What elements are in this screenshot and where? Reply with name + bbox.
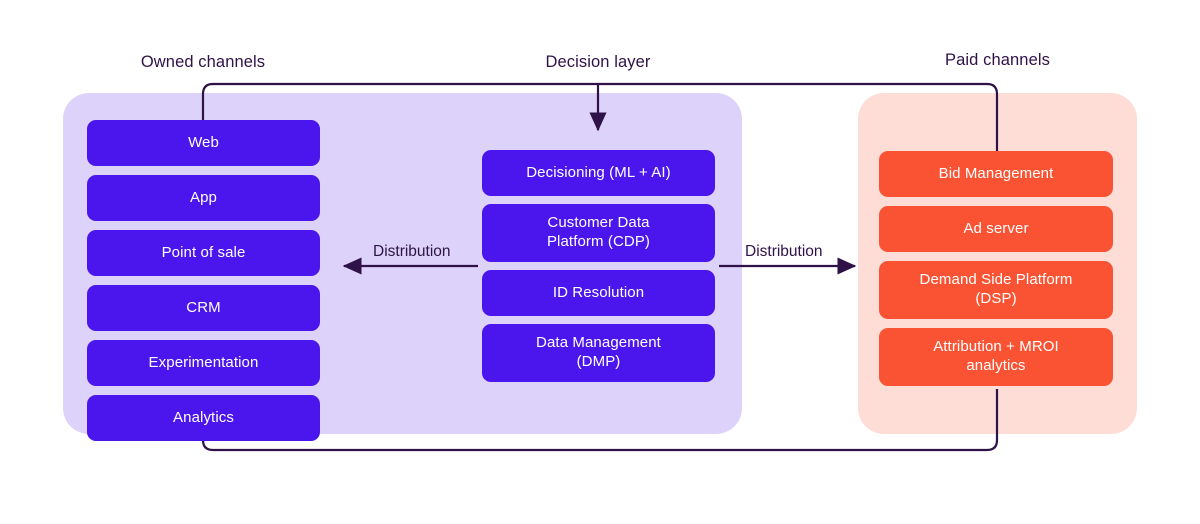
diagram-canvas: Owned channels Decision layer Paid chann…: [0, 0, 1200, 524]
distribution-left-label: Distribution: [373, 243, 451, 260]
paid-channels-list: Bid Management Ad server Demand Side Pla…: [879, 151, 1113, 386]
node-demand-side-platform[interactable]: Demand Side Platform (DSP): [879, 261, 1113, 319]
node-app[interactable]: App: [87, 175, 320, 221]
node-data-management-platform[interactable]: Data Management (DMP): [482, 324, 715, 382]
node-customer-data-platform[interactable]: Customer Data Platform (CDP): [482, 204, 715, 262]
node-web[interactable]: Web: [87, 120, 320, 166]
decision-layer-list: Decisioning (ML + AI) Customer Data Plat…: [482, 150, 715, 382]
node-bid-management[interactable]: Bid Management: [879, 151, 1113, 197]
node-attribution-mroi-analytics[interactable]: Attribution + MROI analytics: [879, 328, 1113, 386]
node-decisioning[interactable]: Decisioning (ML + AI): [482, 150, 715, 196]
distribution-right-label: Distribution: [745, 243, 823, 260]
owned-channels-list: Web App Point of sale CRM Experimentatio…: [87, 120, 320, 441]
node-ad-server[interactable]: Ad server: [879, 206, 1113, 252]
node-point-of-sale[interactable]: Point of sale: [87, 230, 320, 276]
wire-bottom-loop: [201, 389, 999, 452]
node-id-resolution[interactable]: ID Resolution: [482, 270, 715, 316]
node-crm[interactable]: CRM: [87, 285, 320, 331]
node-experimentation[interactable]: Experimentation: [87, 340, 320, 386]
node-analytics[interactable]: Analytics: [87, 395, 320, 441]
wire-top-loop: [201, 82, 999, 151]
